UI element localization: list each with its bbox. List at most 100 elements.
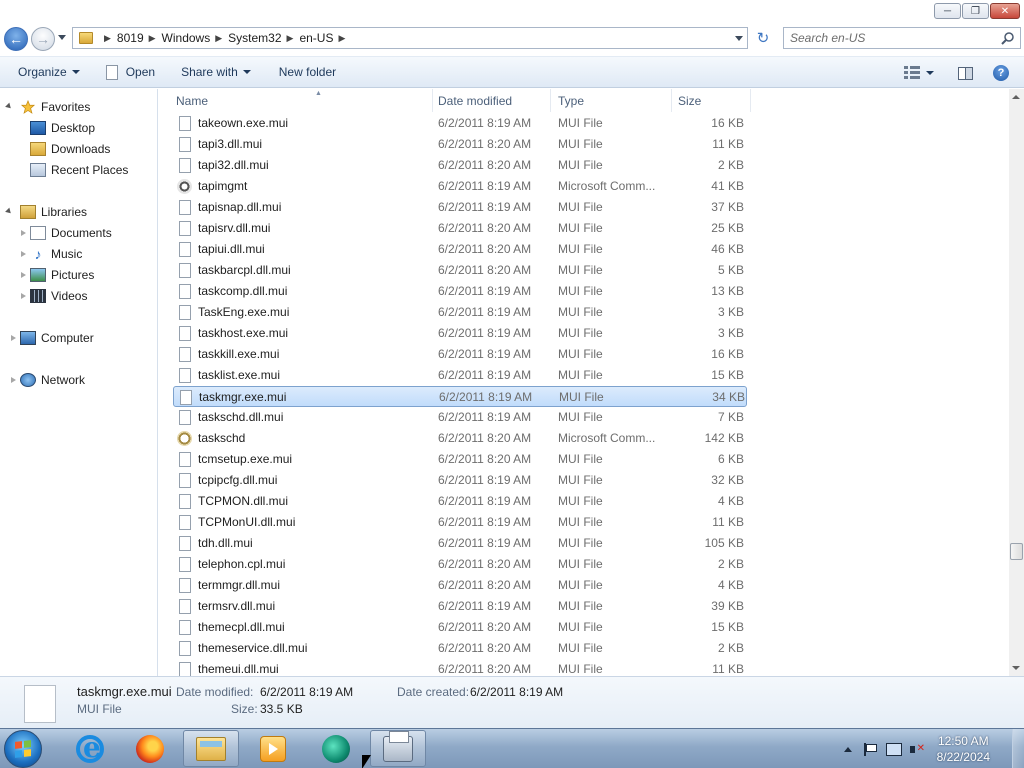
nav-music[interactable]: ♪ Music (30, 244, 83, 264)
file-row[interactable]: TCPMonUI.dll.mui 6/2/2011 8:19 AM MUI File… (173, 512, 747, 533)
taskbar-devices-printers[interactable] (370, 730, 426, 767)
file-row[interactable]: tapi32.dll.mui 6/2/2011 8:20 AM MUI File 2 … (173, 155, 747, 176)
nav-computer[interactable]: Computer (20, 328, 94, 348)
expand-arrow-icon[interactable] (21, 251, 26, 257)
file-row[interactable]: telephon.cpl.mui 6/2/2011 8:20 AM MUI File… (173, 554, 747, 575)
expand-arrow-icon[interactable] (11, 335, 16, 341)
change-view-icon[interactable] (904, 66, 920, 80)
file-row[interactable]: tapisrv.dll.mui 6/2/2011 8:20 AM MUI File 2… (173, 218, 747, 239)
show-hidden-icons-arrow-icon[interactable] (843, 746, 852, 752)
file-row[interactable]: taskcomp.dll.mui 6/2/2011 8:19 AM MUI File… (173, 281, 747, 302)
chevron-right-icon[interactable]: ▶ (149, 33, 156, 44)
nav-downloads[interactable]: Downloads (30, 139, 110, 159)
file-row[interactable]: termmgr.dll.mui 6/2/2011 8:20 AM MUI File 4… (173, 575, 747, 596)
documents-icon (30, 226, 46, 240)
chevron-right-icon[interactable]: ▶ (338, 33, 345, 44)
file-row[interactable]: themeui.dll.mui 6/2/2011 8:20 AM MUI File 1… (173, 659, 747, 676)
nav-favorites[interactable]: Favorites (20, 97, 90, 117)
open-button[interactable]: Open (97, 56, 164, 88)
column-header-name[interactable]: ▲ Name (176, 89, 433, 112)
nav-recent-places[interactable]: Recent Places (30, 160, 128, 180)
file-row[interactable]: taskkill.exe.mui 6/2/2011 8:19 AM MUI File… (173, 344, 747, 365)
file-name: TaskEng.exe.mui (198, 305, 290, 319)
show-desktop-button[interactable] (1012, 729, 1024, 768)
file-row[interactable]: taskschd.dll.mui 6/2/2011 8:19 AM MUI File… (173, 407, 747, 428)
file-row[interactable]: tasklist.exe.mui 6/2/2011 8:19 AM MUI File… (173, 365, 747, 386)
network-status-icon[interactable] (885, 742, 902, 756)
back-button[interactable]: ← (4, 27, 28, 51)
scroll-down-arrow-icon[interactable] (1012, 666, 1020, 670)
taskbar-app-green[interactable] (308, 730, 364, 767)
nav-libraries[interactable]: Libraries (20, 202, 87, 222)
taskbar-media-player[interactable] (245, 730, 301, 767)
scrollbar-thumb[interactable] (1010, 543, 1023, 560)
maximize-button[interactable]: ❐ (962, 3, 989, 19)
collapse-arrow-icon[interactable] (5, 102, 13, 111)
nav-pictures[interactable]: Pictures (30, 265, 94, 285)
address-history-dropdown[interactable] (735, 36, 743, 41)
scroll-up-arrow-icon[interactable] (1012, 95, 1020, 99)
search-input[interactable] (784, 28, 994, 48)
vertical-scrollbar[interactable] (1009, 89, 1024, 676)
address-bar[interactable]: ▶ 8019 ▶ Windows ▶ System32 ▶ en-US ▶ (72, 27, 748, 49)
file-row[interactable]: takeown.exe.mui 6/2/2011 8:19 AM MUI File 1… (173, 113, 747, 134)
refresh-button[interactable]: ↻ (752, 27, 774, 49)
taskbar-internet-explorer[interactable] (62, 730, 118, 767)
navigation-pane: Favorites Desktop Downloads Recent Place… (0, 89, 158, 676)
new-folder-button[interactable]: New folder (270, 56, 345, 88)
file-row[interactable]: tapi3.dll.mui 6/2/2011 8:20 AM MUI File 11 … (173, 134, 747, 155)
help-icon[interactable]: ? (993, 65, 1009, 81)
file-row[interactable]: tapiui.dll.mui 6/2/2011 8:20 AM MUI File 46… (173, 239, 747, 260)
expand-arrow-icon[interactable] (11, 377, 16, 383)
nav-desktop[interactable]: Desktop (30, 118, 95, 138)
search-icon[interactable] (1001, 31, 1015, 45)
file-row[interactable]: tapimgmt 6/2/2011 8:19 AM Microsoft Comm..… (173, 176, 747, 197)
column-header-size[interactable]: Size (678, 89, 751, 112)
clock[interactable]: 12:50 AM 8/22/2024 (937, 733, 990, 765)
file-row[interactable]: taskhost.exe.mui 6/2/2011 8:19 AM MUI File… (173, 323, 747, 344)
breadcrumb-item[interactable]: System32 (228, 31, 281, 45)
file-row[interactable]: tdh.dll.mui 6/2/2011 8:19 AM MUI File 105 K… (173, 533, 747, 554)
breadcrumb-item[interactable]: Windows (162, 31, 211, 45)
action-center-flag-icon[interactable] (863, 742, 877, 756)
chevron-right-icon[interactable]: ▶ (104, 33, 111, 44)
recent-pages-dropdown[interactable] (58, 35, 66, 40)
pictures-icon (30, 268, 46, 282)
expand-arrow-icon[interactable] (21, 230, 26, 236)
minimize-button[interactable]: ─ (934, 3, 961, 19)
taskbar-windows-explorer[interactable] (183, 730, 239, 767)
file-row[interactable]: TCPMON.dll.mui 6/2/2011 8:19 AM MUI File 4 … (173, 491, 747, 512)
expand-arrow-icon[interactable] (21, 293, 26, 299)
file-row[interactable]: tcmsetup.exe.mui 6/2/2011 8:20 AM MUI File… (173, 449, 747, 470)
file-row[interactable]: TaskEng.exe.mui 6/2/2011 8:19 AM MUI File 3… (173, 302, 747, 323)
file-row[interactable]: taskschd 6/2/2011 8:20 AM Microsoft Comm..… (173, 428, 747, 449)
start-button[interactable] (4, 730, 42, 768)
close-button[interactable]: ✕ (990, 3, 1020, 19)
forward-button[interactable]: → (31, 27, 55, 51)
file-row[interactable]: tcpipcfg.dll.mui 6/2/2011 8:19 AM MUI File… (173, 470, 747, 491)
breadcrumb-item[interactable]: en-US (299, 31, 333, 45)
expand-arrow-icon[interactable] (21, 272, 26, 278)
share-with-button[interactable]: Share with (172, 56, 260, 88)
collapse-arrow-icon[interactable] (5, 207, 13, 216)
breadcrumb-item[interactable]: 8019 (117, 31, 144, 45)
column-header-type[interactable]: Type (558, 89, 672, 112)
details-date-created-label: Date created: (397, 685, 470, 699)
file-row[interactable]: themeservice.dll.mui 6/2/2011 8:20 AM MUI … (173, 638, 747, 659)
chevron-right-icon[interactable]: ▶ (287, 33, 294, 44)
organize-button[interactable]: Organize (9, 56, 89, 88)
column-header-date-modified[interactable]: Date modified (438, 89, 551, 112)
file-row[interactable]: themecpl.dll.mui 6/2/2011 8:20 AM MUI File… (173, 617, 747, 638)
file-row[interactable]: termsrv.dll.mui 6/2/2011 8:19 AM MUI File 3… (173, 596, 747, 617)
nav-videos[interactable]: Videos (30, 286, 87, 306)
volume-muted-icon[interactable] (909, 743, 925, 756)
nav-documents[interactable]: Documents (30, 223, 112, 243)
chevron-right-icon[interactable]: ▶ (215, 33, 222, 44)
file-row[interactable]: taskmgr.exe.mui 6/2/2011 8:19 AM MUI File 3… (173, 386, 747, 407)
nav-network[interactable]: Network (20, 370, 85, 390)
file-row[interactable]: tapisnap.dll.mui 6/2/2011 8:19 AM MUI File… (173, 197, 747, 218)
preview-pane-icon[interactable] (958, 66, 973, 80)
view-options-dropdown[interactable] (926, 71, 934, 75)
taskbar-firefox[interactable] (122, 730, 178, 767)
file-row[interactable]: taskbarcpl.dll.mui 6/2/2011 8:20 AM MUI Fi… (173, 260, 747, 281)
